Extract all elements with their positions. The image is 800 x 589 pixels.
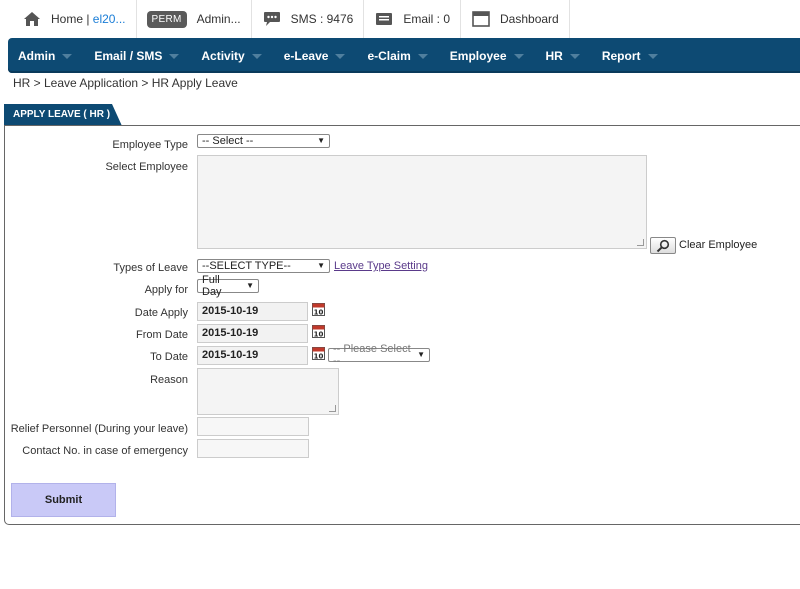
types-of-leave-select[interactable]: --SELECT TYPE-- ▼ (197, 259, 330, 273)
submit-button[interactable]: Submit (11, 483, 116, 517)
calendar-icon[interactable]: 10 (312, 324, 325, 338)
chevron-down-icon: ▼ (417, 350, 425, 359)
from-date-label: From Date (136, 329, 188, 341)
nav-item-hr[interactable]: HR (536, 38, 592, 73)
apply-for-select[interactable]: Full Day ▼ (197, 274, 259, 298)
dashboard-label: Dashboard (500, 12, 559, 26)
date-apply-label: Date Apply (134, 307, 188, 319)
admin-label: Admin... (196, 12, 241, 26)
types-of-leave-value: --SELECT TYPE-- (202, 260, 291, 272)
relief-personnel-input[interactable] (197, 417, 309, 436)
relief-personnel-label: Relief Personnel (During your leave) (10, 423, 188, 435)
panel-tab: APPLY LEAVE ( HR ) (4, 104, 122, 126)
home-label: Home | (51, 12, 93, 26)
nav-label: Report (601, 48, 641, 63)
search-icon (656, 239, 670, 252)
perm-badge: PERM (146, 10, 187, 28)
nav-item-employee[interactable]: Employee (440, 38, 536, 73)
dashboard-link[interactable]: Dashboard (461, 0, 570, 38)
nav-label: Employee (449, 48, 507, 63)
chevron-down-icon (62, 54, 73, 59)
employee-type-label: Employee Type (112, 139, 188, 151)
calendar-icon[interactable]: 10 (312, 346, 325, 360)
chevron-down-icon (169, 54, 180, 59)
chevron-down-icon: ▼ (317, 136, 325, 145)
home-link[interactable]: Home | el20... (0, 0, 137, 38)
svg-text:10: 10 (314, 309, 324, 317)
nav-label: Activity (201, 48, 245, 63)
chevron-down-icon (251, 54, 262, 59)
chevron-down-icon (569, 54, 580, 59)
nav-label: Email / SMS (94, 48, 163, 63)
nav-label: Admin (18, 48, 56, 63)
employee-type-value: -- Select -- (202, 135, 254, 147)
chevron-down-icon (417, 54, 428, 59)
clear-employee-link[interactable]: Clear Employee (679, 239, 757, 251)
main-nav: Admin Email / SMS Activity e-Leave e-Cla… (8, 38, 800, 73)
email-link[interactable]: Email : 0 (364, 0, 461, 38)
window-icon (471, 9, 491, 29)
to-date-period-value: -- Please Select -- (333, 343, 411, 367)
home-icon (22, 9, 42, 29)
reason-textarea[interactable] (197, 368, 339, 415)
emergency-contact-input[interactable] (197, 439, 309, 458)
email-label: Email : 0 (403, 12, 450, 26)
to-date-label: To Date (150, 351, 188, 363)
date-apply-input[interactable]: 2015-10-19 (197, 302, 308, 321)
admin-menu[interactable]: PERM Admin... (137, 0, 252, 38)
top-bar: Home | el20... PERM Admin... SMS : 9476 … (0, 0, 800, 38)
chevron-down-icon (647, 54, 658, 59)
types-of-leave-label: Types of Leave (113, 262, 188, 274)
breadcrumb: HR > Leave Application > HR Apply Leave (13, 76, 238, 90)
nav-item-email-sms[interactable]: Email / SMS (84, 38, 191, 73)
emergency-contact-label: Contact No. in case of emergency (22, 445, 188, 457)
apply-for-label: Apply for (144, 284, 188, 296)
chevron-down-icon: ▼ (246, 281, 254, 290)
from-date-input[interactable]: 2015-10-19 (197, 324, 308, 343)
calendar-icon[interactable]: 10 (312, 302, 325, 316)
to-date-period-select[interactable]: -- Please Select -- ▼ (328, 343, 430, 367)
nav-label: e-Leave (283, 48, 329, 63)
sms-link[interactable]: SMS : 9476 (252, 0, 365, 38)
search-employee-button[interactable] (650, 237, 676, 254)
inbox-icon (374, 9, 394, 29)
home-user-link[interactable]: el20... (93, 12, 126, 26)
chevron-down-icon (335, 54, 346, 59)
nav-item-e-leave[interactable]: e-Leave (274, 38, 358, 73)
to-date-input[interactable]: 2015-10-19 (197, 346, 308, 365)
select-employee-textarea[interactable] (197, 155, 647, 249)
employee-type-select[interactable]: -- Select -- ▼ (197, 134, 330, 148)
nav-item-report[interactable]: Report (592, 38, 670, 73)
chevron-down-icon: ▼ (317, 261, 325, 270)
sms-label: SMS : 9476 (290, 12, 354, 26)
apply-for-value: Full Day (202, 274, 222, 298)
nav-item-activity[interactable]: Activity (191, 38, 273, 73)
select-employee-label: Select Employee (105, 161, 188, 173)
chevron-down-icon (513, 54, 524, 59)
svg-text:10: 10 (314, 353, 324, 361)
nav-item-admin[interactable]: Admin (8, 38, 84, 73)
nav-item-e-claim[interactable]: e-Claim (357, 38, 439, 73)
leave-type-setting-link[interactable]: Leave Type Setting (334, 260, 428, 272)
nav-label: HR (545, 48, 563, 63)
reason-label: Reason (150, 374, 188, 386)
svg-text:10: 10 (314, 331, 324, 339)
nav-label: e-Claim (367, 48, 411, 63)
chat-icon (262, 9, 282, 29)
